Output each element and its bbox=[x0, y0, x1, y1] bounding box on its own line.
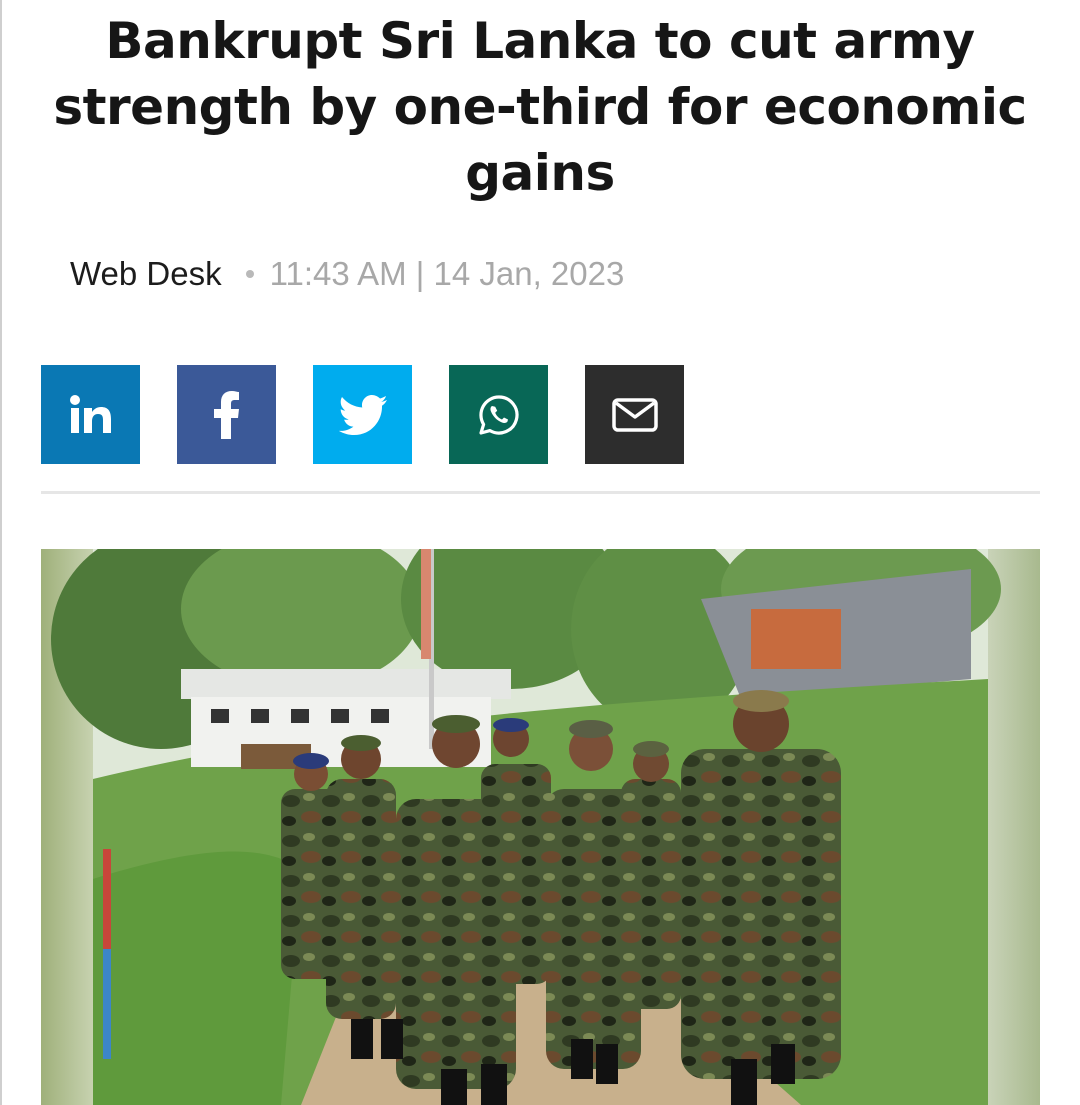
page-edge bbox=[0, 0, 2, 1105]
share-email-button[interactable] bbox=[585, 365, 684, 464]
share-linkedin-button[interactable] bbox=[41, 365, 140, 464]
author-name[interactable]: Web Desk bbox=[70, 255, 222, 293]
facebook-icon bbox=[213, 390, 241, 439]
byline-separator-dot bbox=[245, 270, 254, 278]
twitter-icon bbox=[338, 394, 387, 435]
envelope-icon bbox=[611, 397, 658, 432]
section-divider bbox=[41, 491, 1040, 494]
whatsapp-icon bbox=[477, 393, 521, 437]
share-facebook-button[interactable] bbox=[177, 365, 276, 464]
article-byline: Web Desk 11:43 AM | 14 Jan, 2023 bbox=[70, 252, 624, 296]
publish-datetime: 11:43 AM | 14 Jan, 2023 bbox=[269, 255, 625, 292]
featured-image[interactable] bbox=[41, 549, 1040, 1105]
share-twitter-button[interactable] bbox=[313, 365, 412, 464]
linkedin-icon bbox=[69, 394, 113, 435]
share-bar bbox=[41, 365, 721, 464]
share-whatsapp-button[interactable] bbox=[449, 365, 548, 464]
photo-soldiers-walking bbox=[41, 549, 1040, 1105]
article-headline: Bankrupt Sri Lanka to cut army strength … bbox=[53, 12, 1027, 202]
